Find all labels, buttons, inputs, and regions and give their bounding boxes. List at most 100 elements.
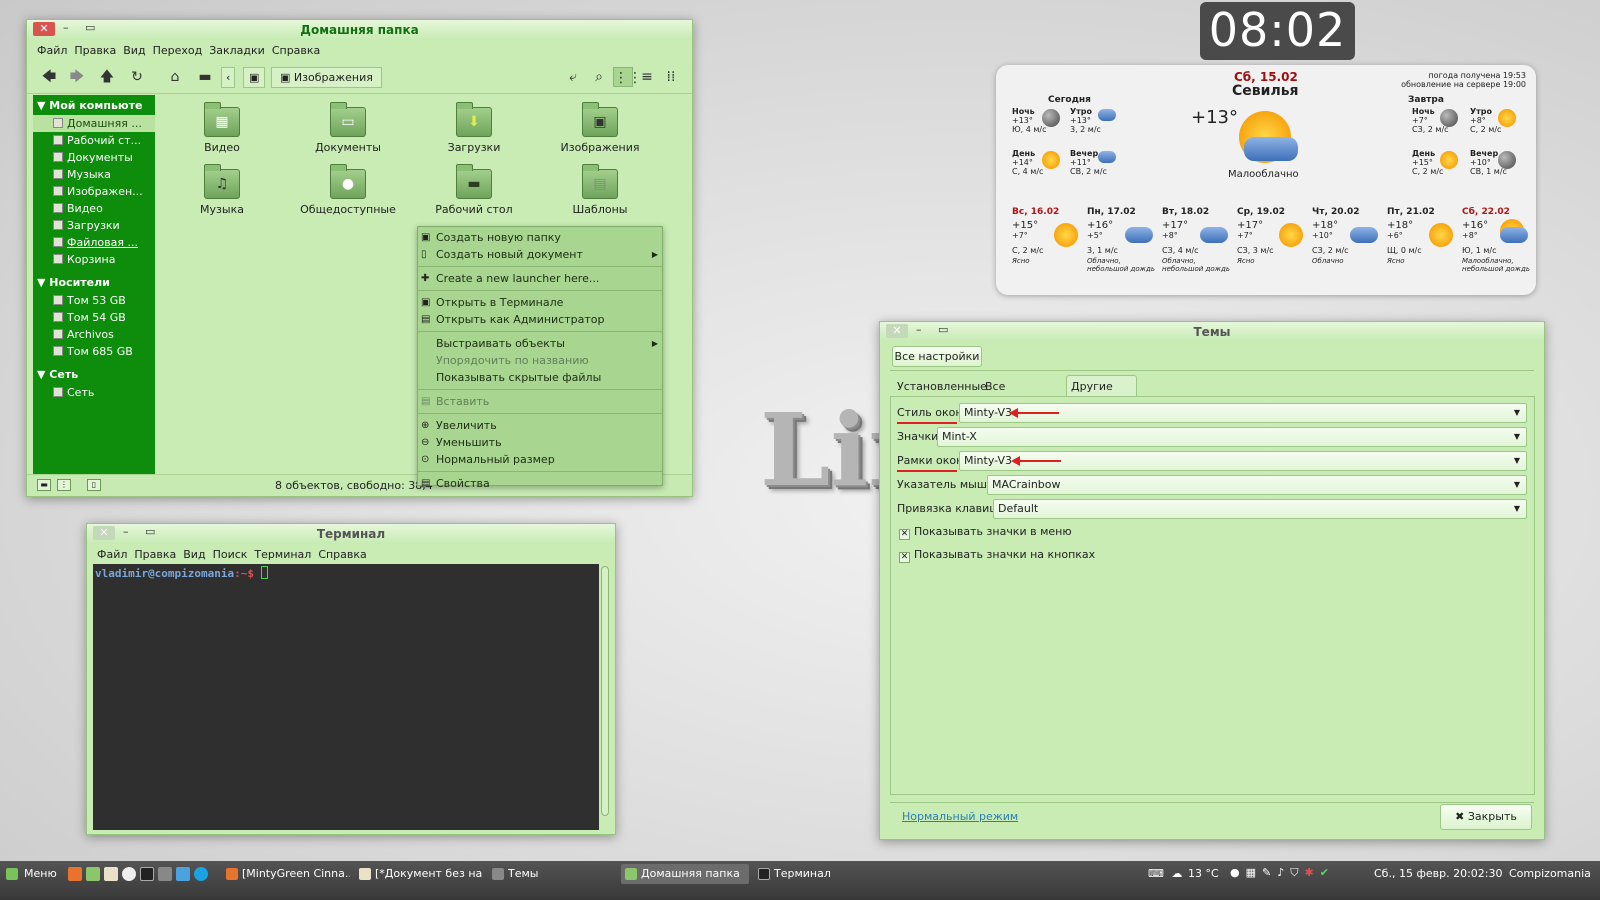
weather-tray-icon[interactable]: ☁ bbox=[1171, 867, 1182, 880]
keybinding-combo[interactable]: Default ▼ bbox=[993, 499, 1527, 519]
icon-view-icon[interactable]: ⋮⋮ bbox=[613, 67, 642, 87]
terminal-menu-item[interactable]: Правка bbox=[134, 548, 176, 561]
terminal-titlebar[interactable]: ✕ – ▭ Терминал bbox=[87, 524, 615, 544]
terminal-menu-item[interactable]: Терминал bbox=[254, 548, 311, 561]
folder-desktop[interactable]: ▬ Рабочий стол bbox=[419, 164, 529, 216]
taskbar-window[interactable]: Темы bbox=[488, 864, 616, 884]
sidebar-item-music[interactable]: Музыка bbox=[33, 166, 155, 183]
folder-pictures[interactable]: ▣ Изображения bbox=[545, 102, 655, 154]
chrome-icon[interactable] bbox=[122, 867, 136, 881]
terminal-area[interactable]: vladimir@compizomania:~$ bbox=[93, 564, 599, 830]
sidebar-item-trash[interactable]: Корзина bbox=[33, 251, 155, 268]
folder-templates[interactable]: ▤ Шаблоны bbox=[545, 164, 655, 216]
sidebar-toggle-icon[interactable]: ▯ bbox=[87, 479, 101, 491]
compact-view-icon[interactable]: ⁞⁞ bbox=[661, 67, 681, 87]
menu-item-zoom-out[interactable]: ⊖ Уменьшить bbox=[418, 434, 662, 451]
skype-icon[interactable] bbox=[194, 867, 208, 881]
pen-icon[interactable]: ✎ bbox=[1262, 866, 1277, 879]
sidebar-header-computer[interactable]: ▼ Мой компьюте bbox=[33, 95, 155, 115]
user-icon[interactable]: ● bbox=[1230, 866, 1246, 879]
start-menu-button[interactable]: Меню bbox=[2, 864, 57, 884]
us-flag-icon[interactable]: ▦ bbox=[1246, 866, 1262, 879]
terminal-menu-item[interactable]: Поиск bbox=[213, 548, 248, 561]
forward-icon[interactable]: 🡆 bbox=[67, 67, 87, 87]
computer-icon[interactable]: ▬ bbox=[195, 67, 215, 87]
menu-item-new-folder[interactable]: ▣ Создать новую папку bbox=[418, 229, 662, 246]
menu-item-open-terminal[interactable]: ▣ Открыть в Терминале bbox=[418, 294, 662, 311]
tray-temperature[interactable]: 13 °C bbox=[1188, 867, 1219, 880]
tab-installed[interactable]: Установленные bbox=[892, 375, 992, 397]
icons-combo[interactable]: Mint-X ▼ bbox=[937, 427, 1527, 447]
sidebar-item-pictures[interactable]: Изображен... bbox=[33, 183, 155, 200]
sidebar-item-volume[interactable]: Том 54 GB bbox=[33, 309, 155, 326]
breadcrumb-current[interactable]: ▣ Изображения bbox=[271, 67, 382, 88]
terminal-menu-item[interactable]: Вид bbox=[183, 548, 205, 561]
fm-menu-item[interactable]: Справка bbox=[272, 44, 320, 57]
menu-item-properties[interactable]: ▤ Свойства bbox=[418, 475, 662, 492]
places-icon[interactable]: ▬ bbox=[37, 479, 51, 491]
folder-music[interactable]: ♫ Музыка bbox=[167, 164, 277, 216]
sidebar-item-video[interactable]: Видео bbox=[33, 200, 155, 217]
update-icon[interactable]: ✱ bbox=[1305, 866, 1320, 879]
menu-item-show-hidden[interactable]: Показывать скрытые файлы bbox=[418, 369, 662, 386]
menu-item-new-launcher[interactable]: ✚ Create a new launcher here... bbox=[418, 270, 662, 287]
fm-menu-item[interactable]: Закладки bbox=[209, 44, 265, 57]
folder-documents[interactable]: ▭ Документы bbox=[293, 102, 403, 154]
list-view-icon[interactable]: ≡ bbox=[637, 67, 657, 87]
settings-icon[interactable] bbox=[158, 867, 172, 881]
folder-downloads[interactable]: ⬇ Загрузки bbox=[419, 102, 529, 154]
sidebar-item-desktop[interactable]: Рабочий ст... bbox=[33, 132, 155, 149]
reload-icon[interactable]: ↻ bbox=[127, 67, 147, 87]
fm-menu-item[interactable]: Вид bbox=[123, 44, 145, 57]
tab-available[interactable]: Все доступные bbox=[980, 375, 1053, 414]
menu-item-new-document[interactable]: ▯ Создать новый документ ▶ bbox=[418, 246, 662, 263]
sidebar-item-home[interactable]: Домашняя ... bbox=[33, 115, 155, 132]
checkbox-button-icons[interactable]: ✕ Показывать значки на кнопках bbox=[899, 548, 1095, 563]
sidebar-item-volume[interactable]: Archivos bbox=[33, 326, 155, 343]
menu-item-zoom-in[interactable]: ⊕ Увеличить bbox=[418, 417, 662, 434]
sidebar-item-network[interactable]: Сеть bbox=[33, 384, 155, 401]
network-icon[interactable] bbox=[176, 867, 190, 881]
keyboard-icon[interactable]: ⌨ bbox=[1148, 867, 1164, 880]
tab-other-settings[interactable]: Другие настройки bbox=[1066, 375, 1138, 414]
breadcrumb-home-icon[interactable]: ▣ bbox=[243, 67, 266, 88]
checkbox-checked-icon[interactable]: ✕ bbox=[899, 552, 910, 563]
breadcrumb-left-arrow[interactable]: ‹ bbox=[221, 67, 236, 88]
normal-mode-link[interactable]: Нормальный режим bbox=[902, 810, 1018, 823]
up-icon[interactable]: 🡅 bbox=[97, 67, 117, 87]
toggle-path-icon[interactable]: ⤶ bbox=[563, 67, 583, 87]
sidebar-header-devices[interactable]: ▼ Носители bbox=[33, 272, 155, 292]
tray-datetime[interactable]: Сб., 15 февр. 20:02:30 bbox=[1374, 867, 1502, 880]
check-icon[interactable]: ✔ bbox=[1320, 866, 1335, 879]
checkbox-checked-icon[interactable]: ✕ bbox=[899, 529, 910, 540]
taskbar-window-active[interactable]: Домашняя папка bbox=[621, 864, 749, 884]
shield-icon[interactable]: ⛉ bbox=[1290, 866, 1304, 879]
terminal-menu-item[interactable]: Справка bbox=[318, 548, 366, 561]
terminal-menu-item[interactable]: Файл bbox=[97, 548, 127, 561]
close-button[interactable]: ✖ Закрыть bbox=[1440, 804, 1532, 830]
taskbar-window[interactable]: [*Документ без на... bbox=[355, 864, 483, 884]
fm-titlebar[interactable]: ✕ – ▭ Домашняя папка bbox=[27, 20, 692, 40]
volume-icon[interactable]: ♪ bbox=[1277, 866, 1290, 879]
fm-menu-item[interactable]: Переход bbox=[153, 44, 203, 57]
mouse-pointer-combo[interactable]: MACrainbow ▼ bbox=[987, 475, 1527, 495]
menu-item-open-as-admin[interactable]: ▤ Открыть как Администратор bbox=[418, 311, 662, 328]
menu-item-arrange[interactable]: Выстраивать объекты ▶ bbox=[418, 335, 662, 352]
back-icon[interactable]: 🡄 bbox=[39, 67, 59, 87]
terminal-icon[interactable] bbox=[140, 867, 154, 881]
fm-menu-item[interactable]: Файл bbox=[37, 44, 67, 57]
sidebar-item-downloads[interactable]: Загрузки bbox=[33, 217, 155, 234]
checkbox-menu-icons[interactable]: ✕ Показывать значки в меню bbox=[899, 525, 1072, 540]
folder-video[interactable]: ▦ Видео bbox=[167, 102, 277, 154]
sidebar-item-documents[interactable]: Документы bbox=[33, 149, 155, 166]
folder-public[interactable]: ● Общедоступные bbox=[293, 164, 403, 216]
text-editor-icon[interactable] bbox=[104, 867, 118, 881]
taskbar-window[interactable]: [MintyGreen Cinna... bbox=[222, 864, 350, 884]
menu-item-normal-size[interactable]: ⊙ Нормальный размер bbox=[418, 451, 662, 468]
home-icon[interactable]: ⌂ bbox=[165, 67, 185, 87]
fm-menu-item[interactable]: Правка bbox=[74, 44, 116, 57]
firefox-icon[interactable] bbox=[68, 867, 82, 881]
search-icon[interactable]: ⌕ bbox=[589, 67, 609, 87]
files-icon[interactable] bbox=[86, 867, 100, 881]
sidebar-item-volume[interactable]: Том 53 GB bbox=[33, 292, 155, 309]
